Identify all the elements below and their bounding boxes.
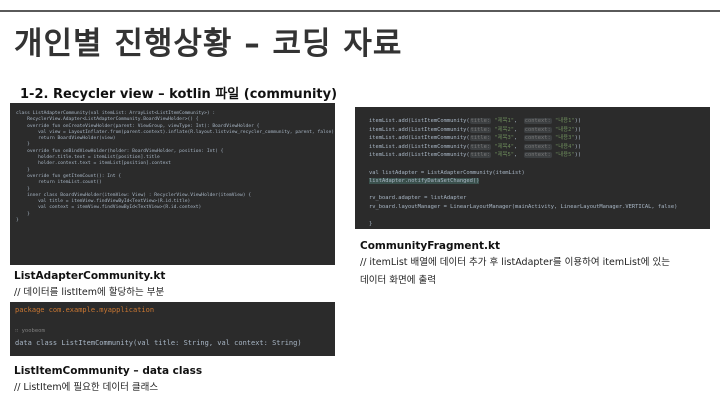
add-call: itemList.add(ListItemCommunity( (369, 152, 470, 159)
context-string: "내용1" (554, 118, 575, 124)
context-string: "내용2" (554, 126, 575, 133)
context-string: "내용4" (554, 143, 575, 150)
param-hint-context: context: (523, 152, 552, 159)
title-string: "제목3" (494, 135, 514, 142)
add-call: itemList.add(ListItemCommunity( (369, 118, 470, 124)
add-call: itemList.add(ListItemCommunity( (369, 135, 470, 142)
board-layout-manager-line: rv_board.layoutManager = LinearLayoutMan… (369, 203, 678, 210)
item-add-row: itemList.add(ListItemCommunity(title: "제… (369, 126, 582, 133)
notify-data-changed-line: listAdapter.notifyDataSetChanged() (369, 178, 480, 185)
package-line: package com.example.myapplication (15, 306, 155, 314)
param-hint-context: context: (523, 143, 552, 150)
data-class-code-block: package com.example.myapplication ∷ yoob… (10, 302, 335, 356)
fragment-description-2: 데이터 화면에 출력 (360, 275, 436, 286)
code-lines: class ListAdapterCommunity(val itemList:… (16, 111, 334, 224)
param-hint-context: context: (523, 126, 552, 133)
item-add-row: itemList.add(ListItemCommunity(title: "제… (369, 118, 582, 124)
fragment-code-block: itemList.add(ListItemCommunity(title: "제… (355, 107, 710, 229)
add-call: itemList.add(ListItemCommunity( (369, 143, 470, 150)
title-string: "제목2" (494, 126, 514, 133)
list-adapter-description: // 데이터를 listItem에 할당하는 부분 (14, 287, 165, 298)
param-hint-title: title: (469, 143, 492, 150)
data-class-file-label: ListItemCommunity – data class (14, 365, 203, 377)
adapter-declaration-line: val listAdapter = ListAdapterCommunity(i… (369, 169, 525, 176)
title-string: "제목5" (494, 152, 514, 159)
list-adapter-file-label: ListAdapterCommunity.kt (14, 270, 166, 282)
item-add-row: itemList.add(ListItemCommunity(title: "제… (369, 152, 582, 159)
param-hint-context: context: (523, 135, 552, 142)
title-string: "제목1" (494, 118, 514, 124)
data-class-description: // ListItem에 필요한 데이터 클래스 (14, 382, 159, 393)
param-hint-title: title: (469, 126, 492, 133)
item-add-row: itemList.add(ListItemCommunity(title: "제… (369, 135, 582, 142)
context-string: "내용5" (554, 152, 575, 159)
list-adapter-code-block: class ListAdapterCommunity(val itemList:… (10, 103, 335, 265)
author-line: ∷ yoobeom (15, 328, 45, 334)
item-add-row: itemList.add(ListItemCommunity(title: "제… (369, 143, 582, 150)
board-adapter-line: rv_board.adapter = listAdapter (369, 195, 467, 202)
param-hint-context: context: (523, 118, 552, 124)
top-divider-line (0, 10, 720, 12)
context-string: "내용3" (554, 135, 575, 142)
fragment-file-label: CommunityFragment.kt (360, 240, 501, 252)
slide-subtitle: 1-2. Recycler view – kotlin 파일 (communit… (20, 87, 338, 102)
code-line: } (16, 218, 19, 224)
param-hint-title: title: (469, 118, 492, 124)
fragment-code-lines: itemList.add(ListItemCommunity(title: "제… (369, 117, 677, 229)
item-add-rows: itemList.add(ListItemCommunity(title: "제… (369, 117, 677, 160)
title-string: "제목4" (494, 143, 514, 150)
param-hint-title: title: (469, 152, 492, 159)
data-class-line: data class ListItemCommunity(val title: … (15, 339, 302, 347)
add-call: itemList.add(ListItemCommunity( (369, 126, 470, 133)
closing-brace-line: } (369, 221, 373, 228)
fragment-description-1: // itemList 배열에 데이터 추가 후 listAdapter를 이용… (360, 257, 670, 268)
param-hint-title: title: (469, 135, 492, 142)
slide-title: 개인별 진행상황 – 코딩 자료 (14, 26, 403, 62)
